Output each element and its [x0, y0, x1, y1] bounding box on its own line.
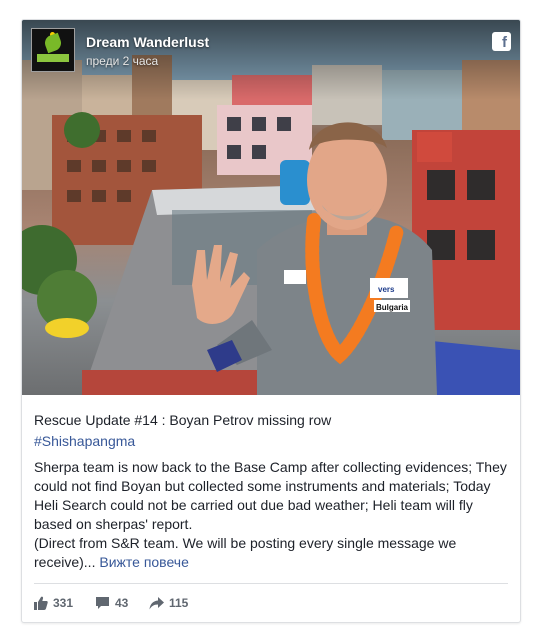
- post-body-text: (Direct from S&R team. We will be postin…: [34, 535, 457, 570]
- post-title: Rescue Update #14 : Boyan Petrov missing…: [34, 412, 332, 428]
- see-more-link[interactable]: Вижте повече: [99, 554, 189, 570]
- facebook-post-card: vers Bulgaria Dream Wanderlust преди 2 ч…: [21, 19, 521, 623]
- like-stat[interactable]: 331: [34, 592, 73, 614]
- shirt-patch-country: Bulgaria: [376, 303, 409, 312]
- post-photo[interactable]: vers Bulgaria Dream Wanderlust преди 2 ч…: [22, 20, 520, 395]
- shirt-patch-text: vers: [378, 285, 395, 294]
- page-name-link[interactable]: Dream Wanderlust: [86, 34, 209, 50]
- post-body: Sherpa team is now back to the Base Camp…: [34, 458, 512, 572]
- share-arrow-icon: [149, 596, 164, 609]
- post-timestamp[interactable]: преди 2 часа: [86, 54, 158, 68]
- facebook-icon[interactable]: f: [492, 32, 511, 51]
- hashtag-link[interactable]: #Shishapangma: [34, 433, 135, 449]
- like-count: 331: [53, 596, 74, 610]
- post-body-paragraph: Sherpa team is now back to the Base Camp…: [34, 459, 507, 532]
- thumbs-up-icon: [34, 596, 48, 610]
- comment-icon: [96, 597, 109, 609]
- post-body-paragraph-2: (Direct from S&R team. We will be postin…: [34, 534, 512, 572]
- share-stat[interactable]: 115: [149, 592, 188, 614]
- comment-stat[interactable]: 43: [95, 592, 128, 614]
- avatar-logo-bar: [37, 54, 69, 62]
- stats-divider: [34, 583, 508, 584]
- avatar-leaf-mark: [42, 32, 64, 54]
- comment-count: 43: [115, 596, 129, 610]
- page-avatar[interactable]: [31, 28, 75, 72]
- share-count: 115: [169, 596, 189, 610]
